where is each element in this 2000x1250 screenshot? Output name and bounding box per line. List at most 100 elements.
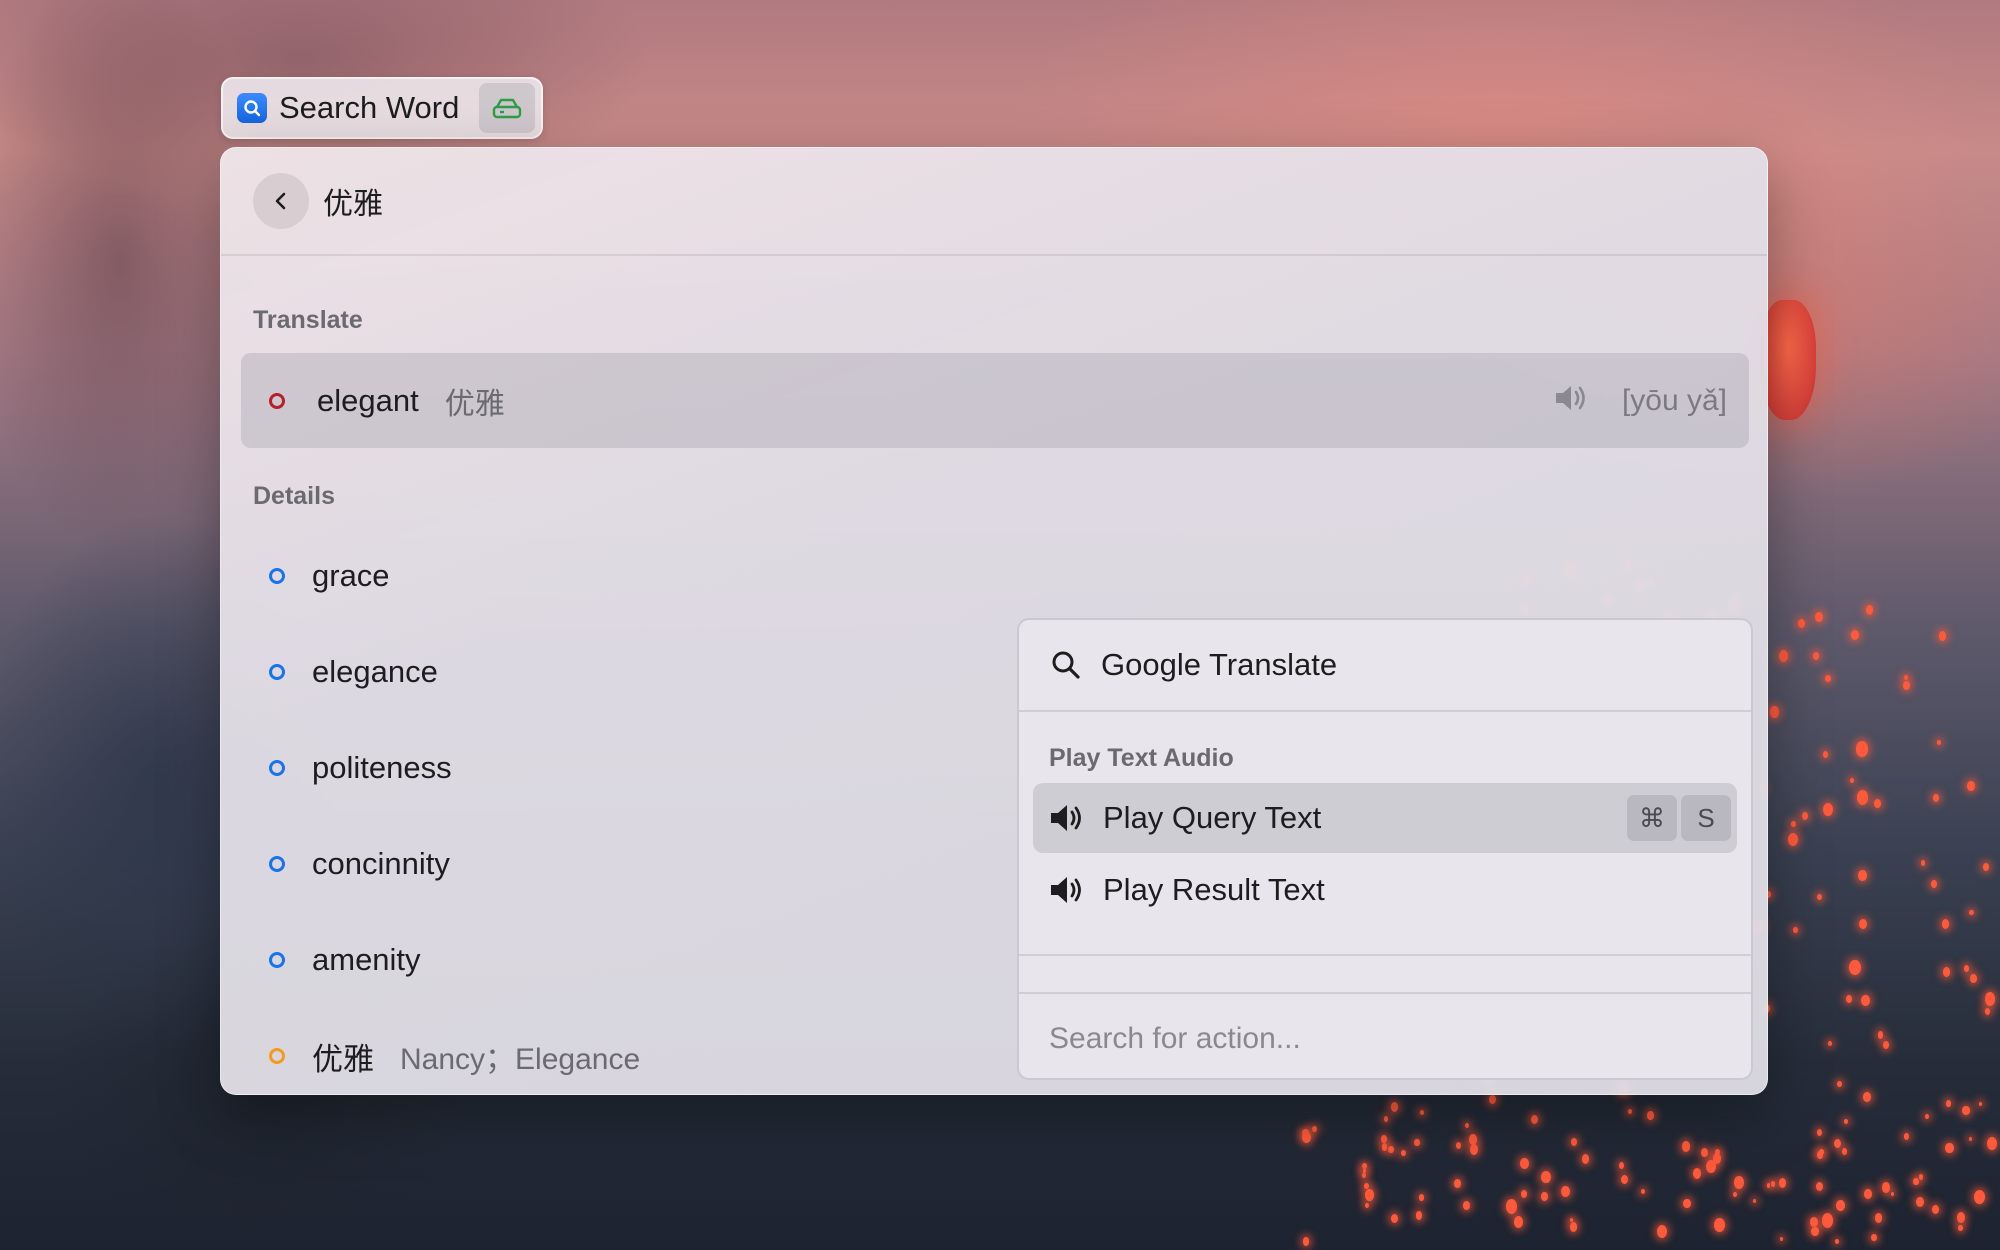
wallpaper-lantern [1628,1109,1633,1115]
speaker-icon [1049,802,1087,834]
wallpaper-lantern [1836,1199,1845,1211]
wallpaper-lantern [1916,1196,1925,1208]
wallpaper-lantern [1706,1160,1717,1173]
wallpaper-lantern [1874,799,1881,808]
status-dot-icon [269,392,285,409]
wallpaper-lantern [1361,1172,1366,1179]
status-dot-icon [269,568,285,584]
wallpaper-lantern [1647,1110,1654,1120]
wallpaper-lantern [1793,927,1798,934]
wallpaper-lantern [1733,1191,1738,1198]
detail-item[interactable]: elegance [221,642,438,702]
wallpaper-lantern [1985,1008,1991,1015]
wallpaper-lantern [1822,750,1828,758]
wallpaper-lantern [1302,1131,1311,1144]
wallpaper-lantern [1619,1161,1625,1169]
wallpaper-lantern [1778,649,1789,663]
status-dot-icon [269,1048,285,1064]
wallpaper-lantern [1469,1143,1479,1155]
detail-item[interactable]: politeness [221,738,452,798]
action-google-translate[interactable]: Google Translate [1019,620,1751,712]
phonetic-label: [yōu yǎ] [1621,383,1727,417]
action-play-result-text[interactable]: Play Result Text [1033,855,1737,925]
wallpaper-lantern [1384,1116,1389,1122]
wallpaper-lantern [1454,1179,1461,1188]
wallpaper-lantern [1513,1216,1523,1228]
wallpaper-lantern [1401,1150,1406,1157]
chevron-left-icon [275,192,286,210]
divider [1019,954,1751,956]
wallpaper-lantern [1312,1125,1318,1132]
wallpaper-lantern [1933,794,1939,802]
detail-item[interactable]: grace [221,546,390,606]
wallpaper-lantern [1968,1137,1973,1142]
wallpaper-lantern [1903,681,1911,691]
wallpaper-lantern [1930,880,1937,888]
wallpaper-lantern [1956,1211,1966,1223]
detail-item[interactable]: concinnity [221,834,450,894]
action-play-query-text[interactable]: Play Query Text ⌘ S [1033,783,1737,853]
action-search-input[interactable] [1049,1022,1709,1056]
drive-icon[interactable] [479,83,535,133]
wallpaper-lantern [1835,1238,1840,1244]
detail-item[interactable]: amenity [221,930,421,990]
wallpaper-lantern [1969,909,1974,916]
status-dot-icon [269,664,285,680]
wallpaper-lantern [1692,1168,1702,1180]
wallpaper-lantern [1388,1145,1395,1154]
wallpaper-lantern [1713,1217,1725,1232]
wallpaper-lantern [1817,894,1822,901]
wallpaper-lantern [1841,1147,1848,1155]
search-window: 优雅 Translate elegant 优雅 [yōu yǎ] Details… [220,147,1768,1095]
section-title-play-audio: Play Text Audio [1049,744,1234,772]
wallpaper-lantern [1827,1040,1832,1047]
wallpaper-lantern [1561,1185,1571,1198]
s-key: S [1681,795,1731,841]
wallpaper-lantern [1531,1114,1539,1124]
search-word-tag[interactable]: Search Word [221,77,543,139]
search-query: 优雅 [323,188,383,221]
wallpaper-lantern [1942,919,1950,929]
wallpaper-lantern [1920,860,1926,867]
wallpaper-lantern [1505,1198,1518,1214]
wallpaper-lantern [1463,1201,1471,1210]
wallpaper-lantern [1362,1169,1367,1174]
wallpaper-lantern [1541,1192,1548,1201]
wallpaper-lantern [1918,1174,1924,1181]
wallpaper-lantern [1520,1189,1527,1198]
wallpaper-lantern [1945,1100,1951,1107]
translate-result-row[interactable]: elegant 优雅 [yōu yǎ] [241,353,1749,448]
translation-source: 优雅 [444,387,505,421]
wallpaper-lantern [1364,1202,1369,1208]
wallpaper-lantern [1855,741,1868,757]
wallpaper-lantern [1982,863,1989,871]
wallpaper-lantern [1770,706,1780,718]
wallpaper-lantern [1464,1123,1469,1129]
wallpaper-lantern [1779,1237,1783,1241]
detail-word: concinnity [312,846,450,881]
wallpaper-lantern [1903,1133,1909,1141]
detail-word: amenity [312,942,421,977]
wallpaper-lantern [1419,1194,1425,1201]
wallpaper-lantern [1681,1141,1690,1152]
wallpaper-lantern [1381,1135,1387,1144]
wallpaper-lantern [1770,1181,1775,1187]
wallpaper-lantern [1381,1143,1388,1151]
wallpaper-lantern [1570,1137,1578,1147]
detail-word: elegance [312,654,438,689]
wallpaper-lantern [1843,1118,1848,1124]
shortcut-keys: ⌘ S [1627,795,1731,841]
wallpaper-lantern [1683,1198,1691,1209]
wallpaper-lantern [1819,1149,1824,1156]
detail-item[interactable]: 优雅 Nancy；Elegance [221,1026,640,1086]
magnifier-app-icon [237,93,267,123]
wallpaper-lantern [1365,1189,1375,1201]
wallpaper-lantern [1849,960,1861,976]
wallpaper-lantern [1413,1138,1420,1147]
speaker-icon[interactable] [1552,382,1592,419]
wallpaper-lantern [1890,1191,1894,1196]
back-button[interactable] [253,173,309,229]
wallpaper-lantern [1815,1181,1824,1192]
wallpaper-lantern [1973,1190,1985,1205]
wallpaper-lantern [1817,1129,1823,1136]
